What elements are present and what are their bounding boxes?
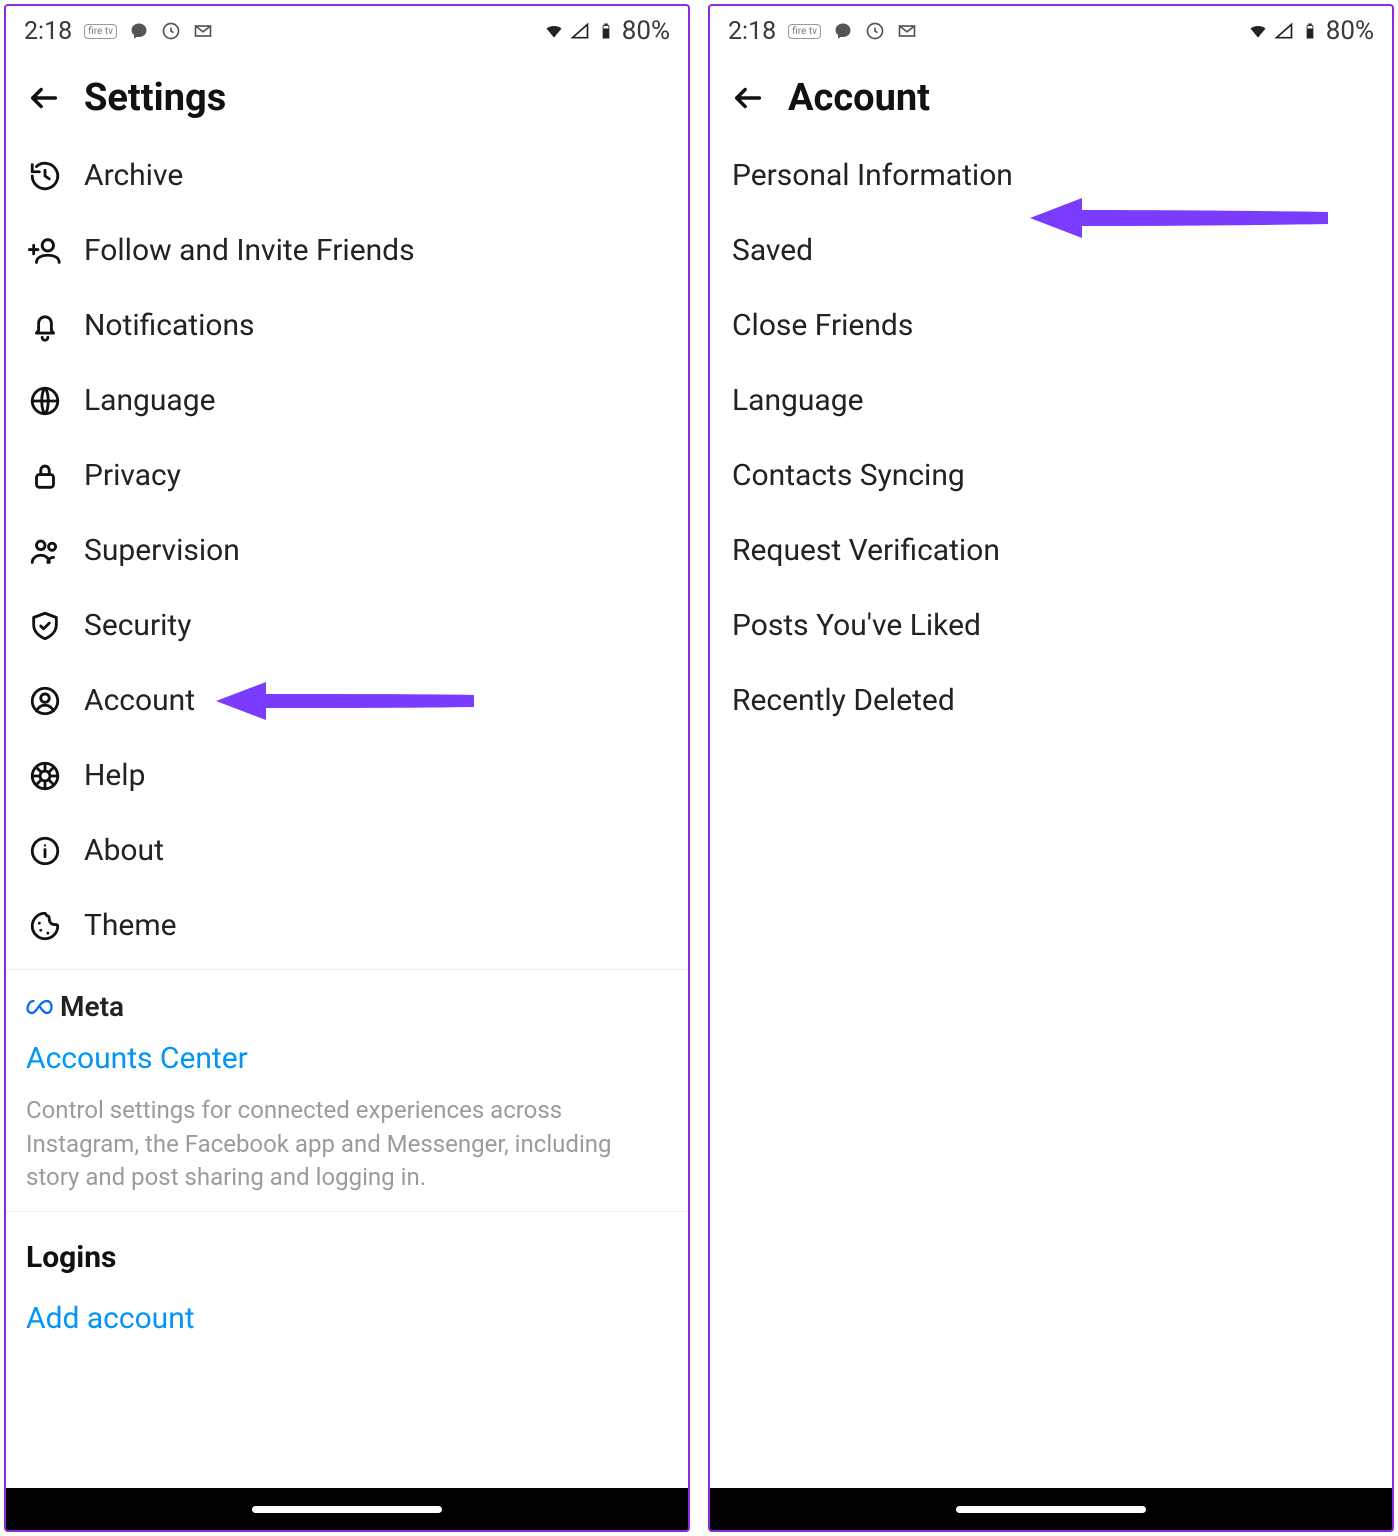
archive-icon — [28, 159, 62, 193]
settings-item-theme[interactable]: Theme — [6, 888, 688, 963]
settings-list: Archive Follow and Invite Friends Notifi… — [6, 138, 688, 963]
account-item-label: Personal Information — [732, 158, 1013, 193]
account-item-recently-deleted[interactable]: Recently Deleted — [710, 663, 1392, 738]
settings-item-label: Account — [84, 683, 195, 718]
settings-item-label: Theme — [84, 908, 177, 943]
page-title: Account — [788, 76, 930, 120]
account-item-label: Language — [732, 383, 864, 418]
settings-item-notifications[interactable]: Notifications — [6, 288, 688, 363]
meta-section: Meta Accounts Center Control settings fo… — [6, 976, 688, 1205]
add-account-link[interactable]: Add account — [6, 1287, 688, 1356]
settings-item-about[interactable]: About — [6, 813, 688, 888]
account-item-close-friends[interactable]: Close Friends — [710, 288, 1392, 363]
account-icon — [28, 684, 62, 718]
battery-icon — [596, 21, 616, 41]
chat-icon — [129, 21, 149, 41]
settings-item-label: Help — [84, 758, 145, 793]
chat-icon — [833, 21, 853, 41]
home-pill[interactable] — [956, 1506, 1146, 1513]
home-pill[interactable] — [252, 1506, 442, 1513]
supervision-icon — [28, 534, 62, 568]
account-item-label: Saved — [732, 233, 813, 268]
settings-item-label: Language — [84, 383, 216, 418]
account-list: Personal Information Saved Close Friends… — [710, 138, 1392, 738]
theme-icon — [28, 909, 62, 943]
globe-icon — [28, 384, 62, 418]
clock-icon — [161, 21, 181, 41]
settings-item-help[interactable]: Help — [6, 738, 688, 813]
phone-right: 2:18 fire tv 80% Account Personal Inform… — [708, 4, 1394, 1532]
meta-label: Meta — [60, 990, 124, 1023]
clock-icon — [865, 21, 885, 41]
page-title: Settings — [84, 76, 226, 120]
account-item-request-verification[interactable]: Request Verification — [710, 513, 1392, 588]
shield-icon — [28, 609, 62, 643]
logins-header: Logins — [6, 1218, 688, 1287]
firetv-badge: fire tv — [788, 24, 821, 39]
status-time: 2:18 — [728, 17, 776, 46]
help-icon — [28, 759, 62, 793]
mail-icon — [897, 21, 917, 41]
signal-icon — [570, 21, 590, 41]
meta-description: Control settings for connected experienc… — [26, 1094, 668, 1195]
account-item-label: Close Friends — [732, 308, 913, 343]
account-item-label: Contacts Syncing — [732, 458, 965, 493]
battery-percent: 80% — [1326, 16, 1374, 46]
status-time: 2:18 — [24, 17, 72, 46]
header: Account — [710, 52, 1392, 138]
divider — [6, 969, 688, 970]
invite-icon — [28, 234, 62, 268]
bell-icon — [28, 309, 62, 343]
status-bar: 2:18 fire tv 80% — [6, 6, 688, 52]
settings-item-label: About — [84, 833, 164, 868]
settings-item-account[interactable]: Account — [6, 663, 688, 738]
mail-icon — [193, 21, 213, 41]
annotation-arrow — [216, 676, 476, 726]
account-item-posts-liked[interactable]: Posts You've Liked — [710, 588, 1392, 663]
status-right: 80% — [1248, 16, 1374, 46]
back-button[interactable] — [26, 80, 62, 116]
divider — [6, 1211, 688, 1212]
status-left: 2:18 fire tv — [24, 17, 213, 46]
settings-item-label: Privacy — [84, 458, 181, 493]
settings-item-archive[interactable]: Archive — [6, 138, 688, 213]
account-item-saved[interactable]: Saved — [710, 213, 1392, 288]
settings-item-label: Follow and Invite Friends — [84, 233, 415, 268]
android-navbar[interactable] — [6, 1488, 688, 1530]
settings-item-supervision[interactable]: Supervision — [6, 513, 688, 588]
meta-infinity-icon — [26, 992, 56, 1022]
battery-percent: 80% — [622, 16, 670, 46]
battery-icon — [1300, 21, 1320, 41]
settings-item-label: Archive — [84, 158, 183, 193]
settings-item-label: Security — [84, 608, 191, 643]
status-right: 80% — [544, 16, 670, 46]
meta-logo: Meta — [26, 990, 668, 1023]
wifi-icon — [1248, 21, 1268, 41]
info-icon — [28, 834, 62, 868]
android-navbar[interactable] — [710, 1488, 1392, 1530]
account-item-label: Request Verification — [732, 533, 1000, 568]
status-bar: 2:18 fire tv 80% — [710, 6, 1392, 52]
accounts-center-link[interactable]: Accounts Center — [26, 1041, 668, 1076]
settings-item-follow-invite[interactable]: Follow and Invite Friends — [6, 213, 688, 288]
settings-item-security[interactable]: Security — [6, 588, 688, 663]
account-item-personal-info[interactable]: Personal Information — [710, 138, 1392, 213]
wifi-icon — [544, 21, 564, 41]
account-item-label: Posts You've Liked — [732, 608, 981, 643]
lock-icon — [28, 459, 62, 493]
settings-item-privacy[interactable]: Privacy — [6, 438, 688, 513]
header: Settings — [6, 52, 688, 138]
settings-item-label: Notifications — [84, 308, 255, 343]
back-button[interactable] — [730, 80, 766, 116]
signal-icon — [1274, 21, 1294, 41]
account-item-language[interactable]: Language — [710, 363, 1392, 438]
status-left: 2:18 fire tv — [728, 17, 917, 46]
account-item-label: Recently Deleted — [732, 683, 955, 718]
firetv-badge: fire tv — [84, 24, 117, 39]
account-item-contacts-syncing[interactable]: Contacts Syncing — [710, 438, 1392, 513]
settings-item-language[interactable]: Language — [6, 363, 688, 438]
settings-item-label: Supervision — [84, 533, 240, 568]
phone-left: 2:18 fire tv 80% Settings Archive Follow… — [4, 4, 690, 1532]
